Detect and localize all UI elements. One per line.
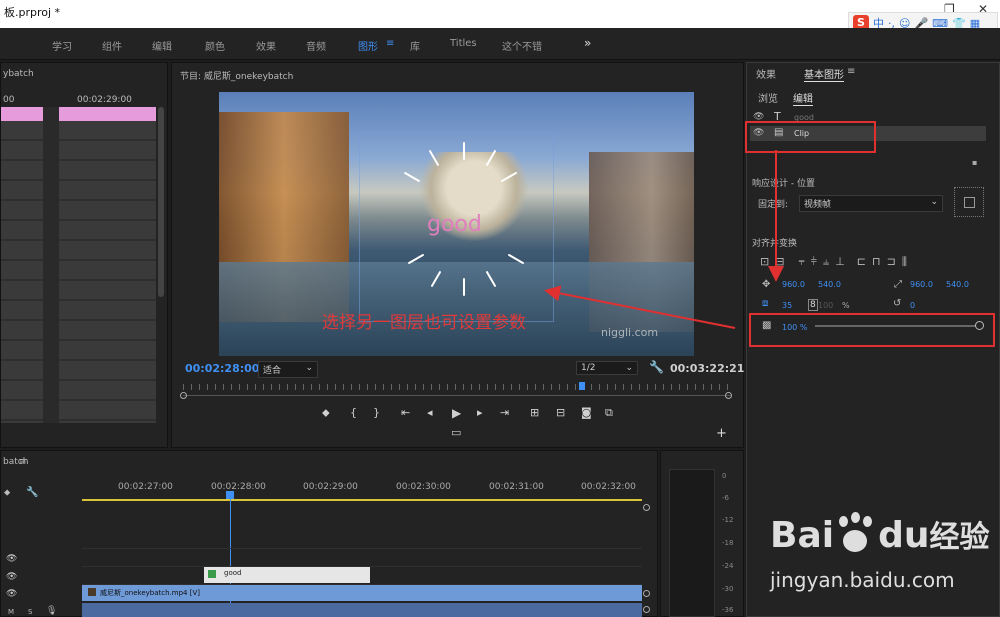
track-divider <box>82 548 642 549</box>
snap-icon[interactable]: ⬥ <box>4 488 10 498</box>
timeline-menu-icon[interactable]: ≡ <box>19 457 27 467</box>
baidu-logo-text: Bai du经验 <box>770 512 989 556</box>
baidu-jingyan-cn: 经验 <box>929 520 990 555</box>
meter-scale-label: -6 <box>722 494 729 502</box>
eye-icon[interactable]: 👁 <box>6 589 17 599</box>
microphone-icon[interactable]: 🎙 <box>46 606 57 616</box>
timeline-scroll-top[interactable] <box>643 504 650 511</box>
fx-badge-icon <box>208 570 216 578</box>
baidu-url: jingyan.baidu.com <box>770 568 955 592</box>
tl-ruler-label: 00:02:32:00 <box>581 482 636 492</box>
text-graphic-clip[interactable]: good <box>204 567 370 583</box>
timeline-scroll-bottom[interactable] <box>643 606 650 613</box>
mute-button[interactable]: M <box>8 608 14 616</box>
tl-ruler-label: 00:02:27:00 <box>118 482 173 492</box>
fx-badge-icon <box>88 588 96 596</box>
work-area-bar[interactable] <box>82 499 642 501</box>
tl-ruler-label: 00:02:30:00 <box>396 482 451 492</box>
meter-scale-label: -24 <box>722 562 734 570</box>
meter-scale-label: -12 <box>722 516 734 524</box>
timeline-scroll-handle[interactable] <box>643 590 650 597</box>
video-clip[interactable]: 威尼斯_onekeybatch.mp4 [V] <box>82 585 642 601</box>
eye-icon[interactable]: 👁 <box>6 554 17 564</box>
eye-icon[interactable]: 👁 <box>6 572 17 582</box>
audio-clip[interactable] <box>82 603 642 617</box>
meter-scale-label: -30 <box>722 585 734 593</box>
timeline-wrench-icon[interactable]: 🔧 <box>26 487 38 498</box>
baidu-brand: Bai <box>770 515 835 556</box>
meter-scale-label: 0 <box>722 472 727 480</box>
timeline-playhead-handle[interactable] <box>226 491 234 499</box>
meter-bars <box>669 469 715 617</box>
solo-button[interactable]: S <box>28 608 32 616</box>
meter-scale-label: -18 <box>722 539 734 547</box>
tl-ruler-label: 00:02:28:00 <box>211 482 266 492</box>
baidu-brand-2: du <box>878 515 930 556</box>
text-clip-label: good <box>224 569 242 577</box>
meter-scale-label: -36 <box>722 606 734 614</box>
video-clip-label: 威尼斯_onekeybatch.mp4 [V] <box>100 589 200 597</box>
tl-ruler-label: 00:02:31:00 <box>489 482 544 492</box>
tl-ruler-label: 00:02:29:00 <box>303 482 358 492</box>
